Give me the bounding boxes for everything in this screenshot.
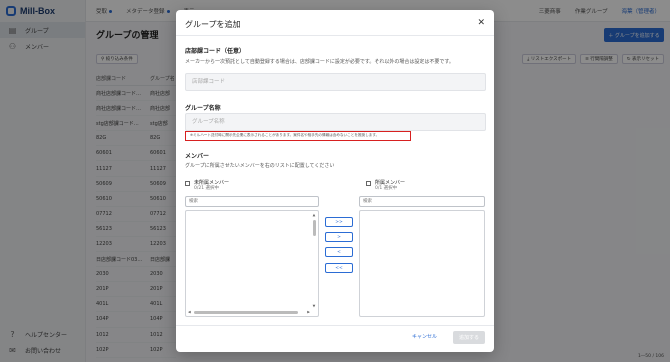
dialog-title: グループを追加 — [185, 20, 241, 29]
divider — [176, 325, 494, 326]
group-name-warning: ※ミルハート送付時に開示先企業に表示されることがあります。案件名や相手先の情報は… — [185, 131, 411, 141]
group-name-input[interactable] — [185, 113, 486, 131]
scroll-up-icon[interactable]: ▲ — [312, 213, 316, 217]
unassigned-members-header: 未所属メンバー 0/21 選択中 — [185, 180, 229, 192]
select-all-unassigned-checkbox[interactable] — [185, 181, 190, 186]
move-right-button[interactable]: > — [325, 232, 353, 242]
assigned-search-input[interactable] — [359, 196, 485, 207]
scroll-thumb[interactable] — [194, 310, 298, 314]
vertical-scrollbar[interactable]: ▲ ▼ — [312, 213, 316, 308]
members-description: グループに所属させたいメンバーを右のリストに配置してください — [185, 163, 335, 169]
assigned-members-header: 所属メンバー 0/1 選択中 — [366, 180, 405, 192]
scroll-right-icon[interactable]: ▶ — [307, 310, 310, 314]
horizontal-scrollbar[interactable]: ◀ ▶ — [188, 310, 310, 314]
divider — [176, 35, 494, 36]
group-name-label: グループ名称 — [185, 105, 221, 112]
scroll-thumb[interactable] — [312, 220, 316, 236]
members-label: メンバー — [185, 153, 210, 160]
move-left-button[interactable]: < — [325, 247, 353, 257]
scroll-down-icon[interactable]: ▼ — [312, 304, 316, 308]
dept-code-description: メーカーから一次預託として自動登録する場合は、店部課コードに設定が必要です。それ… — [185, 59, 454, 65]
dept-code-input[interactable] — [185, 73, 486, 91]
scroll-left-icon[interactable]: ◀ — [188, 310, 191, 314]
close-icon[interactable]: ✕ — [477, 18, 485, 28]
assigned-members-list[interactable] — [359, 210, 485, 317]
unassigned-members-count: 0/21 選択中 — [194, 186, 220, 191]
dept-code-label: 店部課コード（任意） — [185, 48, 246, 55]
cancel-button[interactable]: キャンセル — [412, 333, 437, 340]
unassigned-search-input[interactable] — [185, 196, 319, 207]
assigned-members-count: 0/1 選択中 — [375, 186, 398, 191]
add-group-dialog: グループを追加 ✕ 店部課コード（任意） メーカーから一次預託として自動登録する… — [176, 10, 494, 352]
move-all-left-button[interactable]: << — [325, 263, 353, 273]
move-all-right-button[interactable]: >> — [325, 217, 353, 227]
submit-button[interactable]: 追加する — [453, 331, 485, 344]
unassigned-members-list[interactable]: ▲ ▼ ◀ ▶ — [185, 210, 319, 317]
select-all-assigned-checkbox[interactable] — [366, 181, 371, 186]
